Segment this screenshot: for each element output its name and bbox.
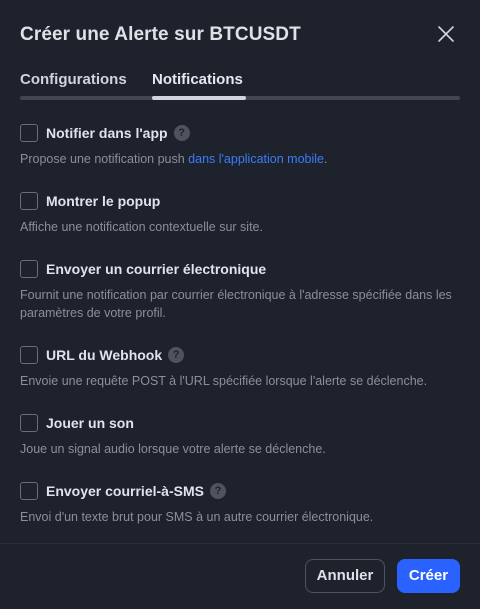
webhook-label[interactable]: URL du Webhook?	[46, 346, 185, 364]
send-email-checkbox[interactable]	[20, 260, 38, 278]
option-send-email: Envoyer un courrier électronique Fournit…	[20, 260, 460, 322]
create-alert-dialog: Créer une Alerte sur BTCUSDT Configurati…	[0, 0, 480, 609]
option-email-sms: Envoyer courriel-à-SMS? Envoi d'un texte…	[20, 482, 460, 526]
play-sound-checkbox[interactable]	[20, 414, 38, 432]
footer-divider	[0, 543, 480, 544]
create-button[interactable]: Créer	[397, 559, 460, 593]
tab-configurations[interactable]: Configurations	[20, 70, 127, 90]
notify-app-checkbox[interactable]	[20, 124, 38, 142]
email-sms-label-text: Envoyer courriel-à-SMS	[46, 483, 204, 499]
email-sms-checkbox[interactable]	[20, 482, 38, 500]
notify-app-description: Propose une notification push dans l'app…	[20, 150, 460, 168]
webhook-description: Envoie une requête POST à l'URL spécifié…	[20, 374, 428, 388]
help-icon[interactable]: ?	[209, 483, 226, 500]
help-icon[interactable]: ?	[168, 347, 185, 364]
notify-app-desc-end: .	[323, 152, 328, 166]
help-icon[interactable]: ?	[173, 125, 190, 142]
dialog-header: Créer une Alerte sur BTCUSDT	[20, 22, 460, 50]
email-sms-description: Envoi d'un texte brut pour SMS à un autr…	[20, 510, 374, 524]
option-show-popup: Montrer le popup Affiche une notificatio…	[20, 192, 460, 236]
option-play-sound: Jouer un son Joue un signal audio lorsqu…	[20, 414, 460, 458]
option-notify-app: Notifier dans l'app? Propose une notific…	[20, 124, 460, 168]
show-popup-label[interactable]: Montrer le popup	[46, 192, 160, 210]
active-tab-indicator	[152, 96, 246, 100]
webhook-label-text: URL du Webhook	[46, 347, 163, 363]
notify-app-label[interactable]: Notifier dans l'app?	[46, 124, 190, 142]
tab-notifications[interactable]: Notifications	[152, 70, 243, 90]
show-popup-description: Affiche une notification contextuelle su…	[20, 220, 263, 234]
option-webhook: URL du Webhook? Envoie une requête POST …	[20, 346, 460, 390]
email-sms-label[interactable]: Envoyer courriel-à-SMS?	[46, 482, 226, 500]
tab-bar: Configurations Notifications	[20, 70, 460, 100]
play-sound-description: Joue un signal audio lorsque votre alert…	[20, 442, 326, 456]
mobile-app-link[interactable]: dans l'application mobile	[188, 152, 324, 166]
notify-app-desc-text: Propose une notification push	[20, 152, 189, 166]
send-email-label[interactable]: Envoyer un courrier électronique	[46, 260, 266, 278]
show-popup-checkbox[interactable]	[20, 192, 38, 210]
play-sound-label[interactable]: Jouer un son	[46, 414, 134, 432]
send-email-description: Fournit une notification par courrier él…	[20, 288, 452, 320]
cancel-button[interactable]: Annuler	[305, 559, 385, 593]
webhook-checkbox[interactable]	[20, 346, 38, 364]
close-button[interactable]	[436, 24, 456, 44]
notify-app-label-text: Notifier dans l'app	[46, 125, 168, 141]
dialog-title: Créer une Alerte sur BTCUSDT	[20, 24, 301, 45]
close-icon	[438, 26, 454, 42]
